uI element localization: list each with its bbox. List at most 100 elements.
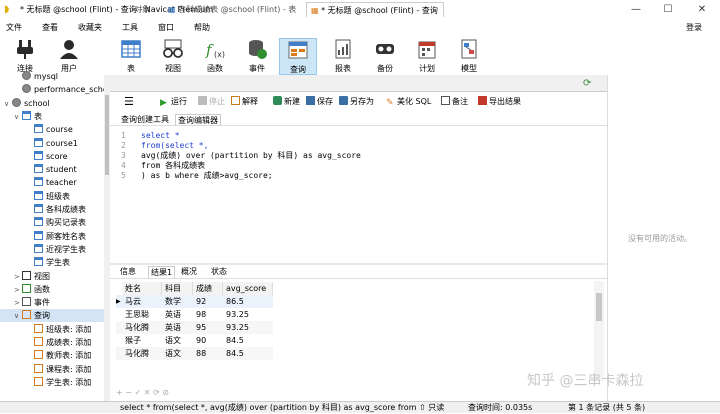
beautify-sql-button[interactable]: ✎ 美化 SQL [386,94,431,110]
cell[interactable]: 84.5 [223,334,244,347]
close-button[interactable]: ✕ [688,0,716,19]
cell[interactable]: 语文 [162,347,181,360]
login-link[interactable]: 登录 [686,22,702,33]
tab-query-builder[interactable]: 查询创建工具 [121,114,169,126]
toolbar-report-button[interactable]: 报表 [324,38,362,75]
refresh-icon[interactable]: ⟳ [583,78,591,89]
cell[interactable]: 语文 [162,334,181,347]
chevron-down-icon[interactable]: ∨ [14,111,22,124]
sql-line[interactable]: from 各科成绩表 [141,161,205,171]
tree-item[interactable]: course [26,123,73,136]
column-header[interactable]: 姓名 [122,282,162,295]
table-row[interactable]: 王思聪 英语 98 93.25 [116,308,273,321]
cell[interactable]: 93.25 [223,308,249,321]
tree-item[interactable]: 购买记录表 [26,216,86,229]
toolbar-query-button[interactable]: 查询 [279,38,317,75]
toolbar-backup-button[interactable]: 备份 [366,38,404,75]
cell[interactable]: 90 [193,334,206,347]
tab-info[interactable]: 信息 [120,266,136,278]
tree-item[interactable]: ∨ 查询 [0,309,104,323]
tree-item[interactable]: ∨ school [4,97,50,110]
tree-item[interactable]: 成绩表: 添加 [26,336,91,349]
table-row[interactable]: ▶ 马云 数学 92 86.5 [116,295,273,308]
new-button[interactable]: 新建 [273,94,300,110]
export-result-button[interactable]: 导出结果 [478,94,521,110]
run-button[interactable]: ▶ 运行 [160,94,187,110]
menu-view[interactable]: 查看 [42,22,58,33]
chevron-right-icon[interactable]: > [14,271,22,284]
column-header[interactable]: 科目 [162,282,193,295]
tree-item[interactable]: mysql [14,70,58,83]
chevron-down-icon[interactable]: ∨ [4,98,12,111]
tree-item[interactable]: ∨ 表 [14,110,42,123]
toolbar-view-button[interactable]: 视图 [154,38,192,75]
tree-item[interactable]: 课程表: 添加 [26,363,91,376]
tree-item[interactable]: 班级表 [26,190,70,203]
cell[interactable]: 86.5 [223,295,244,308]
tab-untitled-query[interactable]: ▦ * 无标题 @school (Flint) - 查询 [306,2,444,17]
tab-objects[interactable]: 对象 [130,2,158,17]
table-row[interactable]: 猴子 语文 90 84.5 [116,334,273,347]
maximize-button[interactable]: ☐ [654,0,682,19]
minimize-button[interactable]: — [622,0,650,19]
cell[interactable]: 88 [193,347,206,360]
toolbar-schedule-button[interactable]: 计划 [408,38,446,75]
save-button[interactable]: 保存 [306,94,333,110]
tree-item[interactable]: > 函数 [14,283,50,296]
cell[interactable]: 马化腾 [122,321,149,334]
chevron-down-icon[interactable]: ∨ [14,310,22,323]
tab-profile[interactable]: 概况 [181,266,197,278]
menu-window[interactable]: 窗口 [158,22,174,33]
tree-item[interactable]: 班级表: 添加 [26,323,91,336]
cell[interactable]: 王思聪 [122,308,149,321]
tree-item[interactable]: > 事件 [14,296,50,309]
tree-item[interactable]: performance_sche [14,83,108,96]
menu-file[interactable]: 文件 [6,22,22,33]
save-as-button[interactable]: 另存为 [339,94,374,110]
menu-tools[interactable]: 工具 [122,22,138,33]
cell[interactable]: 马化腾 [122,347,149,360]
chevron-right-icon[interactable]: > [14,284,22,297]
menu-favorites[interactable]: 收藏夹 [78,22,102,33]
tree-item[interactable]: score [26,150,68,163]
toolbar-model-button[interactable]: 模型 [450,38,488,75]
cell[interactable]: 95 [193,321,206,334]
cell[interactable]: 马云 [122,295,141,308]
tree-item[interactable]: teacher [26,176,77,189]
column-header[interactable]: avg_score [223,282,273,295]
tree-item[interactable]: 顾客姓名表 [26,230,86,243]
tab-score-table[interactable]: ▦ 各科成绩表 @school (Flint) - 表 [164,2,306,17]
tree-item[interactable]: 学生表: 添加 [26,376,91,389]
tree-item[interactable]: course1 [26,137,78,150]
scrollbar-thumb[interactable] [596,293,602,321]
sql-line[interactable]: avg(成绩) over (partition by 科目) as avg_sc… [141,151,361,161]
table-row[interactable]: 马化腾 语文 88 84.5 [116,347,273,360]
toolbar-function-button[interactable]: f (x) 函数 [196,38,234,75]
hamburger-menu-icon[interactable]: ☰ [124,94,134,110]
sql-line[interactable]: select * [141,131,180,141]
cell[interactable]: 92 [193,295,206,308]
cell[interactable]: 数学 [162,295,181,308]
cell[interactable]: 猴子 [122,334,141,347]
toolbar-table-button[interactable]: 表 [112,38,150,75]
column-header[interactable]: 成绩 [193,282,223,295]
table-row[interactable]: 马化腾 英语 95 93.25 [116,321,273,334]
scrollbar-thumb[interactable] [105,95,109,175]
cell[interactable]: 93.25 [223,321,249,334]
tab-result1[interactable]: 结果1 [148,266,176,278]
tree-item[interactable]: student [26,163,77,176]
tree-item[interactable]: 近视学生表 [26,243,86,256]
cell[interactable]: 98 [193,308,206,321]
grid-scrollbar[interactable] [594,281,604,381]
tree-item[interactable]: 学生表 [26,256,70,269]
tab-query-editor[interactable]: 查询编辑器 [175,114,221,126]
menu-help[interactable]: 帮助 [194,22,210,33]
cell[interactable]: 84.5 [223,347,244,360]
toolbar-event-button[interactable]: 事件 [238,38,276,75]
note-button[interactable]: 备注 [441,94,468,110]
cell[interactable]: 英语 [162,321,181,334]
cell[interactable]: 英语 [162,308,181,321]
explain-button[interactable]: 解释 [231,94,258,110]
tree-item[interactable]: 各科成绩表 [26,203,86,216]
tab-status[interactable]: 状态 [211,266,227,278]
